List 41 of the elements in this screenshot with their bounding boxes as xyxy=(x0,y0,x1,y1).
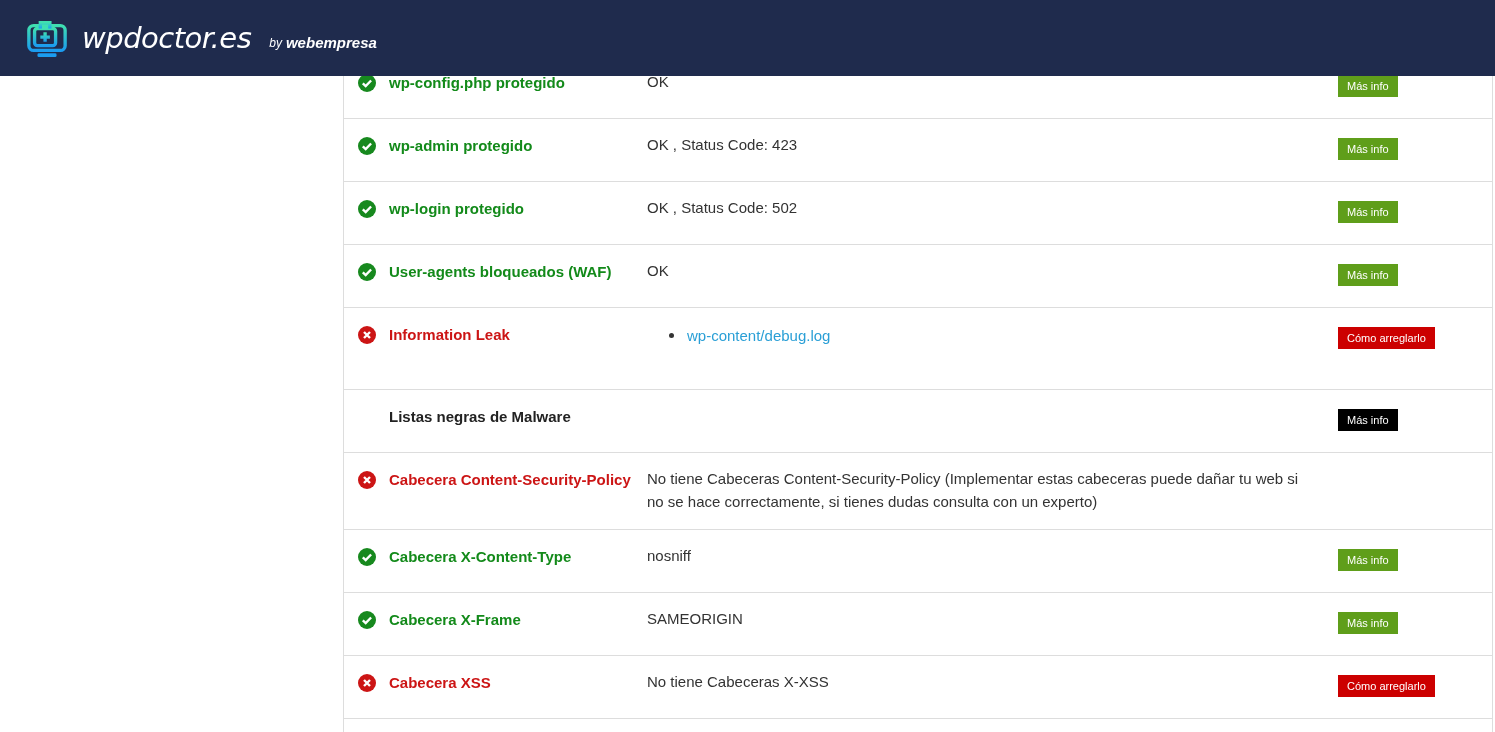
info-button[interactable]: Más info xyxy=(1338,138,1398,160)
info-button[interactable]: Más info xyxy=(1338,75,1398,97)
bullet-icon xyxy=(669,333,674,338)
x-circle-icon xyxy=(358,326,376,344)
check-name: Listas negras de Malware xyxy=(389,407,572,427)
check-result: OK xyxy=(647,262,669,279)
check-circle-icon xyxy=(358,137,376,155)
check-name: wp-config.php protegido xyxy=(389,73,566,93)
x-circle-icon xyxy=(358,471,376,489)
check-name: wp-admin protegido xyxy=(389,136,534,156)
info-button[interactable]: Más info xyxy=(1338,201,1398,223)
check-result: OK , Status Code: 502 xyxy=(647,199,798,216)
partner-logo: webempresa xyxy=(285,33,377,51)
by-label: by xyxy=(269,36,282,50)
check-name: Cabecera X-Content-Type xyxy=(389,547,573,567)
file-link[interactable]: wp-content/debug.log xyxy=(687,324,831,347)
check-result: SAMEORIGIN xyxy=(647,610,743,627)
info-button[interactable]: Más info xyxy=(1338,549,1398,571)
info-button[interactable]: Más info xyxy=(1338,612,1398,634)
check-name: wp-login protegido xyxy=(389,199,525,219)
fix-button[interactable]: Cómo arreglarlo xyxy=(1338,675,1435,697)
info-button[interactable]: Más info xyxy=(1338,264,1398,286)
check-name: Cabecera X-Frame xyxy=(389,610,522,630)
check-name: Cabecera Content-Security-Policy xyxy=(389,470,632,490)
check-circle-icon xyxy=(358,200,376,218)
check-result: OK , Status Code: 423 xyxy=(647,136,798,153)
fix-button[interactable]: Cómo arreglarlo xyxy=(1338,327,1435,349)
check-circle-icon xyxy=(358,611,376,629)
check-result: OK xyxy=(647,73,669,90)
info-button[interactable]: Más info xyxy=(1338,409,1398,431)
brand-name: wpdoctor.es xyxy=(82,21,252,55)
x-circle-icon xyxy=(358,674,376,692)
check-circle-icon xyxy=(358,548,376,566)
check-name: Cabecera XSS xyxy=(389,673,492,693)
check-circle-icon xyxy=(358,263,376,281)
check-circle-icon xyxy=(358,74,376,92)
check-result: No tiene Cabeceras X-XSS xyxy=(647,673,829,690)
check-result: nosniff xyxy=(647,547,691,564)
check-name: Information Leak xyxy=(389,325,511,345)
check-name: User-agents bloqueados (WAF) xyxy=(389,262,613,282)
check-result: No tiene Cabeceras Content-Security-Policy (Implementar estas cabeceras puede dañar tu web si no se hace correctamente, si tienes dudas consulta con un experto) xyxy=(647,470,1299,510)
